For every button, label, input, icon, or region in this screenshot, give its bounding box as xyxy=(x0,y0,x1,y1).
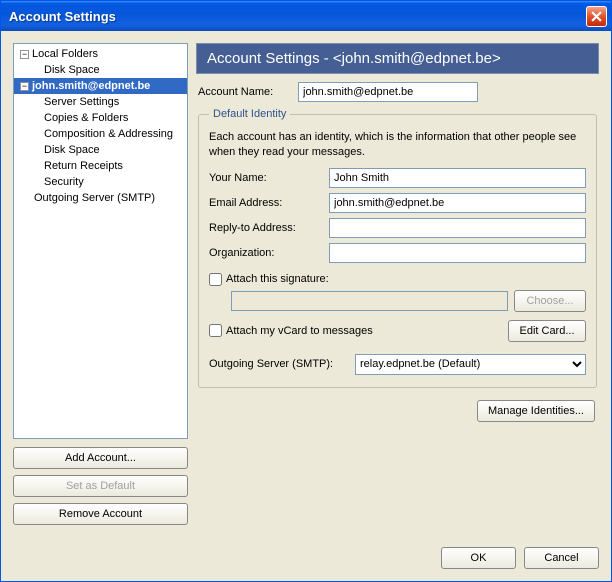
signature-path-input xyxy=(231,291,508,311)
panel-header: Account Settings - <john.smith@edpnet.be… xyxy=(196,43,599,74)
tree-label: Composition & Addressing xyxy=(44,128,173,140)
your-name-label: Your Name: xyxy=(209,172,329,184)
tree-security[interactable]: Security xyxy=(14,174,187,190)
accounts-tree[interactable]: − Local Folders Disk Space − john.smith@… xyxy=(13,43,188,439)
manage-identities-button[interactable]: Manage Identities... xyxy=(477,400,595,422)
ok-button[interactable]: OK xyxy=(441,547,516,569)
org-row: Organization: xyxy=(209,243,586,263)
smtp-label: Outgoing Server (SMTP): xyxy=(209,358,349,370)
tree-label: Disk Space xyxy=(44,64,100,76)
add-account-button[interactable]: Add Account... xyxy=(13,447,188,469)
attach-signature-checkbox[interactable] xyxy=(209,273,222,286)
edit-card-button[interactable]: Edit Card... xyxy=(508,320,586,342)
org-input[interactable] xyxy=(329,243,586,263)
titlebar: Account Settings xyxy=(1,1,611,31)
account-settings-window: Account Settings − Local Folders Disk Sp… xyxy=(0,0,612,582)
email-row: Email Address: xyxy=(209,193,586,213)
remove-account-button[interactable]: Remove Account xyxy=(13,503,188,525)
your-name-input[interactable] xyxy=(329,168,586,188)
tree-label: Security xyxy=(44,176,84,188)
tree-server-settings[interactable]: Server Settings xyxy=(14,94,187,110)
fieldset-legend: Default Identity xyxy=(209,108,290,120)
close-button[interactable] xyxy=(586,6,607,27)
tree-label: Return Receipts xyxy=(44,160,123,172)
form-area: Account Name: Default Identity Each acco… xyxy=(196,74,599,525)
manage-identities-row: Manage Identities... xyxy=(198,400,597,422)
default-identity-fieldset: Default Identity Each account has an ide… xyxy=(198,108,597,388)
tree-label: john.smith@edpnet.be xyxy=(32,80,150,92)
reply-label: Reply-to Address: xyxy=(209,222,329,234)
tree-outgoing-server[interactable]: Outgoing Server (SMTP) xyxy=(14,190,187,206)
left-column: − Local Folders Disk Space − john.smith@… xyxy=(13,43,188,525)
tree-label: Disk Space xyxy=(44,144,100,156)
dialog-body: − Local Folders Disk Space − john.smith@… xyxy=(1,31,611,537)
panel-header-prefix: Account Settings - xyxy=(207,50,333,67)
window-title: Account Settings xyxy=(9,9,586,24)
tree-return-receipts[interactable]: Return Receipts xyxy=(14,158,187,174)
close-icon xyxy=(591,11,602,22)
tree-composition[interactable]: Composition & Addressing xyxy=(14,126,187,142)
tree-label: Server Settings xyxy=(44,96,119,108)
tree-local-folders[interactable]: − Local Folders xyxy=(14,46,187,62)
tree-copies-folders[interactable]: Copies & Folders xyxy=(14,110,187,126)
left-buttons: Add Account... Set as Default Remove Acc… xyxy=(13,447,188,525)
org-label: Organization: xyxy=(209,247,329,259)
email-label: Email Address: xyxy=(209,197,329,209)
tree-account[interactable]: − john.smith@edpnet.be xyxy=(14,78,187,94)
account-name-row: Account Name: xyxy=(198,82,597,102)
attach-vcard-label: Attach my vCard to messages xyxy=(226,325,373,337)
right-column: Account Settings - <john.smith@edpnet.be… xyxy=(196,43,599,525)
signature-path-row: Choose... xyxy=(231,290,586,312)
account-name-input[interactable] xyxy=(298,82,478,102)
panel-header-email: <john.smith@edpnet.be> xyxy=(333,50,501,67)
collapse-icon[interactable]: − xyxy=(20,50,29,59)
set-default-button: Set as Default xyxy=(13,475,188,497)
tree-acct-disk-space[interactable]: Disk Space xyxy=(14,142,187,158)
your-name-row: Your Name: xyxy=(209,168,586,188)
attach-vcard-checkbox[interactable] xyxy=(209,324,222,337)
tree-label: Outgoing Server (SMTP) xyxy=(34,192,155,204)
attach-signature-label: Attach this signature: xyxy=(226,273,329,285)
cancel-button[interactable]: Cancel xyxy=(524,547,599,569)
attach-signature-row: Attach this signature: xyxy=(209,273,586,286)
email-input[interactable] xyxy=(329,193,586,213)
vcard-row: Attach my vCard to messages Edit Card... xyxy=(209,320,586,342)
outgoing-smtp-row: Outgoing Server (SMTP): relay.edpnet.be … xyxy=(209,354,586,375)
tree-label: Local Folders xyxy=(32,48,98,60)
collapse-icon[interactable]: − xyxy=(20,82,29,91)
reply-input[interactable] xyxy=(329,218,586,238)
tree-local-disk-space[interactable]: Disk Space xyxy=(14,62,187,78)
reply-row: Reply-to Address: xyxy=(209,218,586,238)
choose-button: Choose... xyxy=(514,290,586,312)
dialog-footer: OK Cancel xyxy=(1,537,611,581)
tree-label: Copies & Folders xyxy=(44,112,128,124)
smtp-select[interactable]: relay.edpnet.be (Default) xyxy=(355,354,586,375)
account-name-label: Account Name: xyxy=(198,86,298,98)
identity-desc: Each account has an identity, which is t… xyxy=(209,130,586,160)
